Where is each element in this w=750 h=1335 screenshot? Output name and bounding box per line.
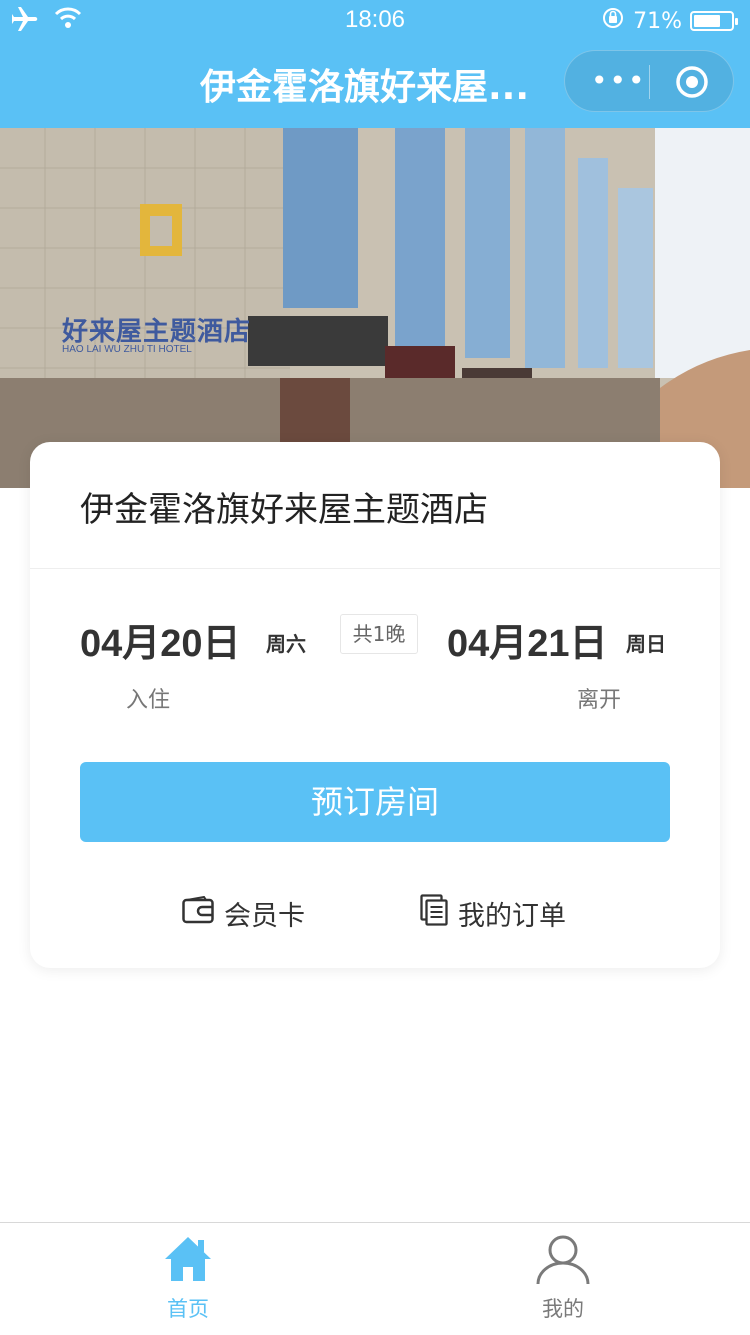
orders-list-icon: [420, 894, 448, 933]
checkin-date[interactable]: 04月20日: [80, 612, 241, 667]
my-orders-label: 我的订单: [458, 901, 566, 932]
tab-bar: 首页 我的: [0, 1222, 750, 1334]
hotel-sign-latin: HAO LAI WU ZHU TI HOTEL: [62, 344, 192, 355]
nights-badge: 共1晚: [340, 614, 418, 654]
checkout-weekday: 周日: [626, 632, 666, 656]
battery-fill: [694, 15, 720, 27]
status-right: 71%: [601, 6, 738, 36]
status-bar: 18:06 71%: [0, 0, 750, 40]
checkout-label: 离开: [577, 688, 622, 713]
rotation-lock-icon: [601, 6, 625, 36]
close-target-icon[interactable]: [675, 65, 709, 103]
card-divider: [30, 568, 720, 569]
top-bar: 18:06 71% 伊金霍洛旗好来屋... •••: [0, 0, 750, 128]
book-room-button[interactable]: 预订房间: [80, 762, 670, 842]
member-card-label: 会员卡: [224, 901, 305, 932]
wallet-icon: [182, 895, 214, 931]
more-icon[interactable]: •••: [591, 67, 647, 95]
user-icon: [536, 1233, 590, 1289]
hotel-sign: 好来屋主题酒店: [62, 317, 252, 347]
battery-icon: [690, 11, 738, 31]
hotel-photo: 好来屋主题酒店 HAO LAI WU ZHU TI HOTEL: [0, 128, 750, 488]
my-orders-link[interactable]: 我的订单: [420, 894, 566, 933]
battery-percent: 71%: [633, 8, 682, 34]
checkin-weekday: 周六: [266, 632, 306, 656]
member-card-link[interactable]: 会员卡: [182, 894, 305, 933]
capsule-divider: [649, 65, 650, 99]
checkout-date[interactable]: 04月21日: [447, 612, 608, 667]
tab-home-label: 首页: [167, 1297, 209, 1321]
hotel-name: 伊金霍洛旗好来屋主题酒店: [80, 490, 488, 530]
page-title: 伊金霍洛旗好来屋...: [200, 67, 530, 108]
home-icon: [163, 1235, 213, 1287]
tab-profile[interactable]: 我的: [503, 1223, 623, 1335]
tab-profile-label: 我的: [542, 1297, 584, 1321]
tab-home[interactable]: 首页: [128, 1223, 248, 1335]
checkin-label: 入住: [126, 688, 171, 713]
mini-program-capsule: •••: [564, 50, 734, 112]
booking-card: 伊金霍洛旗好来屋主题酒店 04月20日 周六 共1晚 04月21日 周日 入住 …: [30, 442, 720, 968]
